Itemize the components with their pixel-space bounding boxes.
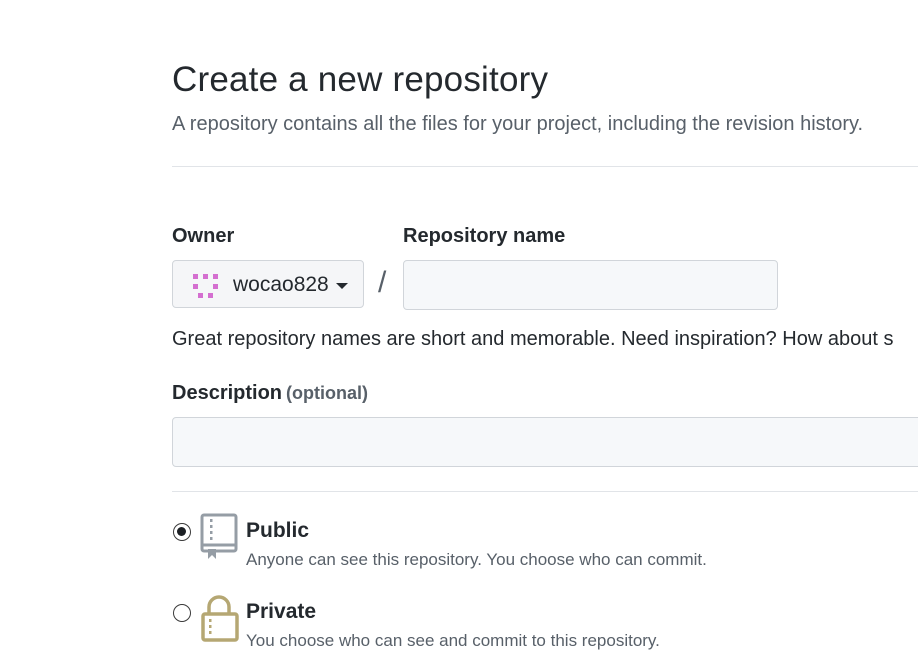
owner-label: Owner	[172, 225, 235, 247]
chevron-down-icon	[336, 283, 348, 289]
description-label-text: Description	[172, 382, 283, 404]
repository-name-input[interactable]	[403, 260, 778, 310]
header-divider	[172, 166, 918, 167]
owner-name: wocao828	[233, 273, 329, 296]
page-subtitle: A repository contains all the files for …	[172, 113, 864, 135]
lock-icon	[201, 595, 239, 642]
page-title: Create a new repository	[172, 60, 549, 99]
description-label: Description (optional)	[172, 382, 368, 405]
description-divider	[172, 491, 918, 492]
private-option-description: You choose who can see and commit to thi…	[246, 631, 660, 650]
repo-book-icon	[200, 513, 238, 559]
public-option-title: Public	[246, 519, 310, 542]
repository-name-label: Repository name	[403, 225, 566, 247]
owner-dropdown[interactable]: wocao828	[172, 260, 364, 308]
private-radio[interactable]	[173, 604, 191, 622]
new-repository-form: Create a new repository A repository con…	[172, 0, 918, 660]
owner-avatar	[193, 274, 218, 298]
public-option-description: Anyone can see this repository. You choo…	[246, 550, 707, 569]
description-input[interactable]	[172, 417, 918, 467]
public-radio[interactable]	[173, 523, 191, 541]
page: Create a new repository A repository con…	[0, 0, 918, 660]
private-option-title: Private	[246, 600, 317, 623]
owner-repo-separator: /	[378, 266, 387, 299]
repository-name-hint: Great repository names are short and mem…	[172, 328, 894, 350]
optional-tag: (optional)	[286, 383, 369, 403]
